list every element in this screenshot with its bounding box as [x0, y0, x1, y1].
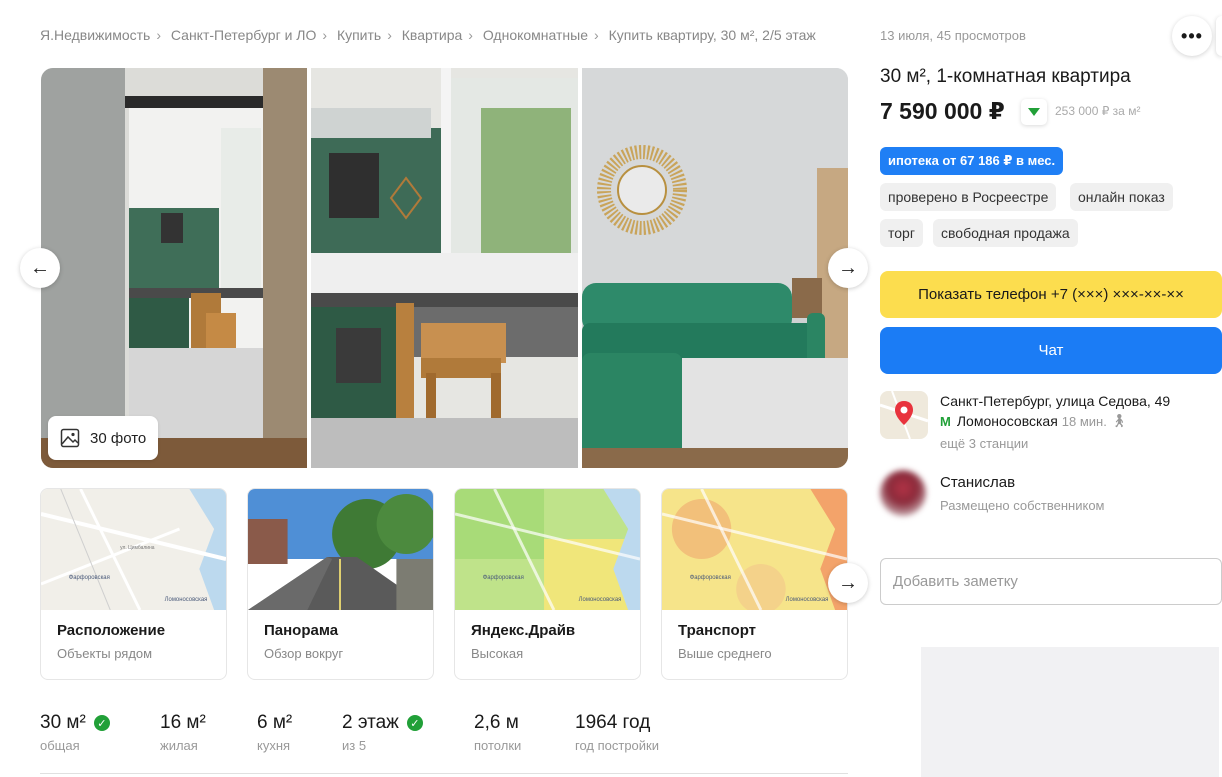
mortgage-badge[interactable]: ипотека от 67 186 ₽ в мес.	[880, 147, 1064, 175]
listing-meta: 13 июля, 45 просмотров	[880, 28, 1026, 43]
more-stations-link[interactable]: ещё 3 станции	[940, 436, 1028, 451]
param-total-area: 30 м² ✓ общая	[40, 712, 110, 753]
photo-count-button[interactable]: 30 фото	[48, 416, 158, 460]
arrow-right-icon: →	[838, 256, 858, 279]
ad-placeholder	[921, 647, 1219, 777]
svg-text:Ломоносовская: Ломоносовская	[786, 597, 829, 603]
param-floor: 2 этаж ✓ из 5	[342, 712, 423, 753]
verified-check-icon: ✓	[93, 715, 110, 731]
param-ceiling: 2,6 м потолки	[474, 712, 522, 753]
breadcrumb: Я.Недвижимость › Санкт-Петербург и ЛО › Ку…	[40, 27, 816, 43]
chat-button[interactable]: Чат	[880, 327, 1222, 374]
map-pin-icon	[880, 391, 928, 439]
svg-text:Фарфоровская: Фарфоровская	[483, 575, 524, 581]
triangle-down-icon	[1028, 108, 1040, 116]
param-kitchen-area: 6 м² кухня	[257, 712, 293, 753]
svg-text:Фарфоровская: Фарфоровская	[69, 575, 110, 581]
photo-gallery[interactable]	[41, 68, 848, 468]
seller-type: Размещено собственником	[940, 498, 1105, 513]
svg-text:Ломоносовская: Ломоносовская	[165, 597, 208, 603]
card-title: Расположение	[57, 622, 166, 639]
more-dots-icon: •••	[1181, 25, 1203, 46]
price: 7 590 000 ₽	[880, 98, 1005, 124]
listing-title: 30 м², 1-комнатная квартира	[880, 66, 1131, 87]
more-button[interactable]: •••	[1172, 16, 1212, 56]
svg-text:ул. Цимбалина: ул. Цимбалина	[120, 545, 155, 551]
photo-count-label: 30 фото	[90, 429, 147, 447]
card-subtitle: Обзор вокруг	[264, 646, 344, 661]
breadcrumb-item[interactable]: Санкт-Петербург и ЛО	[171, 27, 316, 43]
metro-icon: М	[940, 413, 951, 429]
card-subtitle: Высокая	[471, 646, 524, 661]
card-title: Панорама	[264, 622, 339, 639]
breadcrumb-item-current[interactable]: Купить квартиру, 30 м², 2/5 этаж	[609, 27, 816, 43]
map-thumbnail: Фарфоровская Ломоносовская ул. Цимбалина	[41, 489, 226, 610]
card-transport[interactable]: Фарфоровская Ломоносовская Транспорт Выш…	[661, 488, 848, 680]
param-living-area: 16 м² жилая	[160, 712, 206, 753]
arrow-right-icon: →	[838, 571, 858, 594]
cards-next-button[interactable]: →	[828, 563, 868, 603]
card-subtitle: Выше среднего	[678, 646, 772, 661]
card-title: Яндекс.Драйв	[471, 622, 576, 639]
card-yandex-drive[interactable]: Фарфоровская Ломоносовская Яндекс.Драйв …	[454, 488, 641, 680]
photo-kitchen-closeup[interactable]	[311, 68, 578, 468]
breadcrumb-item[interactable]: Однокомнатные	[483, 27, 588, 43]
verified-check-icon: ✓	[406, 715, 423, 731]
walking-icon: 🚶︎	[1110, 413, 1128, 428]
metro-station: М Ломоносовская 18 мин. 🚶︎	[940, 413, 1128, 429]
breadcrumb-item[interactable]: Квартира	[402, 27, 463, 43]
svg-text:Ломоносовская: Ломоносовская	[579, 597, 622, 603]
show-phone-button[interactable]: Показать телефон +7 (×××) ×××-××-××	[880, 271, 1222, 318]
favorite-button[interactable]	[1216, 16, 1222, 56]
divider	[40, 773, 848, 774]
card-subtitle: Объекты рядом	[57, 646, 153, 661]
param-year: 1964 год год постройки	[575, 712, 659, 753]
location-map-button[interactable]	[880, 391, 928, 439]
seller-name[interactable]: Станислав	[940, 474, 1015, 491]
drive-map-thumbnail: Фарфоровская Ломоносовская	[455, 489, 640, 610]
price-per-m2: 253 000 ₽ за м²	[1055, 104, 1141, 118]
tag-rosreestr: проверено в Росреестре	[880, 183, 1057, 211]
gallery-prev-button[interactable]: ←	[20, 248, 60, 288]
price-history-button[interactable]	[1021, 99, 1047, 125]
svg-text:Фарфоровская: Фарфоровская	[690, 575, 731, 581]
tag-free-sale: свободная продажа	[933, 219, 1078, 247]
photo-kitchen-wide[interactable]	[41, 68, 307, 468]
note-input[interactable]	[880, 558, 1222, 605]
avatar	[880, 470, 926, 516]
gallery-next-button[interactable]: →	[828, 248, 868, 288]
arrow-left-icon: ←	[30, 256, 50, 279]
breadcrumb-item[interactable]: Купить	[337, 27, 381, 43]
card-location[interactable]: Фарфоровская Ломоносовская ул. Цимбалина…	[40, 488, 227, 680]
image-icon	[60, 428, 80, 448]
breadcrumb-item[interactable]: Я.Недвижимость	[40, 27, 150, 43]
tag-online-viewing: онлайн показ	[1070, 183, 1173, 211]
transport-map-thumbnail: Фарфоровская Ломоносовская	[662, 489, 847, 610]
card-panorama[interactable]: Панорама Обзор вокруг	[247, 488, 434, 680]
address: Санкт-Петербург, улица Седова, 49	[940, 393, 1171, 409]
photo-living-room[interactable]	[582, 68, 848, 468]
card-title: Транспорт	[678, 622, 757, 639]
tag-bargain: торг	[880, 219, 923, 247]
panorama-thumbnail	[248, 489, 433, 610]
